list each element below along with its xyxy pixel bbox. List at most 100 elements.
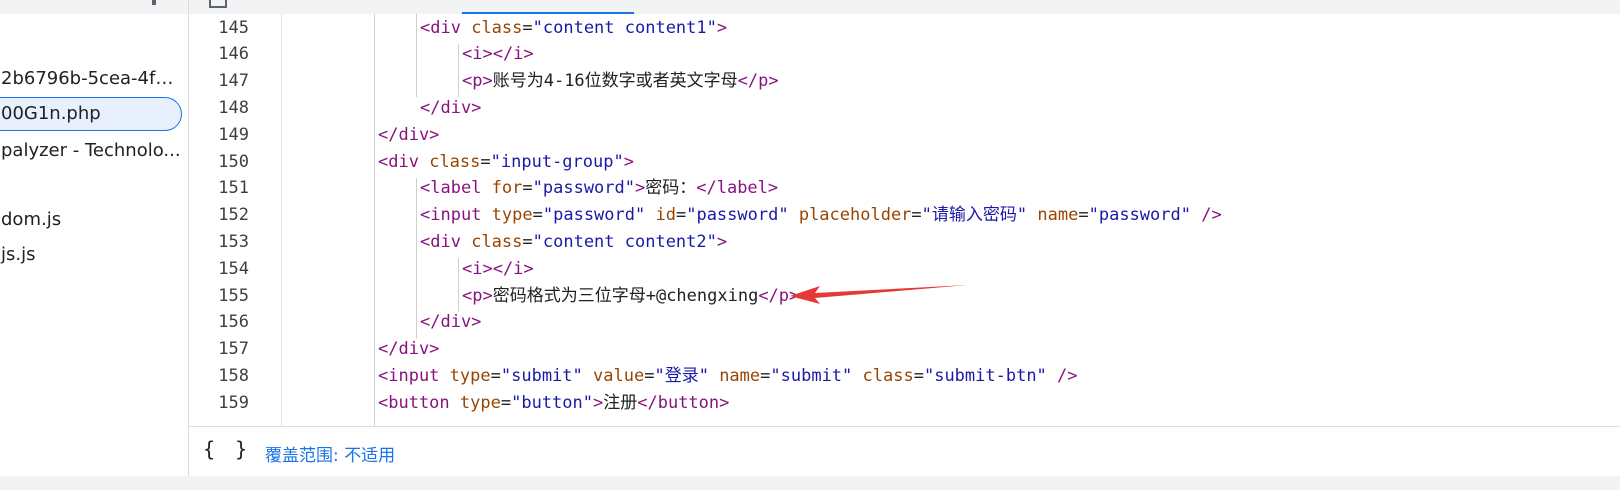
editor-tab-bar <box>189 0 1620 15</box>
tree-item-2[interactable]: palyzer - Technolo... <box>0 134 182 168</box>
line-number: 154 <box>218 258 249 279</box>
tree-item-4[interactable]: js.js <box>0 238 182 272</box>
more-icon[interactable] <box>152 0 156 5</box>
code-token: </div> <box>378 339 440 360</box>
code-token: type <box>491 205 533 226</box>
code-editor[interactable]: 145 146 147 148 149 150 151 152 153 154 155 156 157 1… <box>189 14 1620 426</box>
code-token: <p> <box>462 285 493 306</box>
code-token: > <box>635 178 646 199</box>
indent-guide <box>458 258 459 312</box>
code-area[interactable]: <div class="content content1"> <i></i> <p>… <box>282 14 1620 426</box>
window-bottom-edge <box>0 476 1620 490</box>
line-number: 151 <box>218 178 249 199</box>
code-token: <div <box>420 231 461 252</box>
code-token: </div> <box>420 97 482 118</box>
line-number: 149 <box>218 124 249 145</box>
code-token: = <box>675 205 687 226</box>
code-token: = <box>490 365 501 386</box>
code-token: > <box>716 231 728 252</box>
code-token: = <box>913 365 924 386</box>
format-button[interactable]: { } <box>203 437 251 461</box>
code-token: "content content2" <box>532 231 717 252</box>
code-token: = <box>480 151 491 172</box>
code-line[interactable]: </div> <box>378 122 439 149</box>
line-number: 157 <box>218 339 249 360</box>
code-line[interactable]: </div> <box>420 309 481 336</box>
sidebar-toolbar <box>0 0 188 14</box>
code-line[interactable]: <p>账号为4-16位数字或者英文字母</p> <box>462 68 779 95</box>
code-token: </p> <box>737 71 779 92</box>
code-token: for <box>491 178 523 199</box>
code-token: 密码格式为三位字母+@chengxing <box>492 285 759 306</box>
code-token: type <box>449 365 491 386</box>
code-token: /> <box>1057 365 1078 386</box>
code-line[interactable]: <input type="password" id="password" pla… <box>420 202 1222 229</box>
code-line[interactable]: <div class="content content1"> <box>420 15 727 42</box>
tree-item-1[interactable]: 00G1n.php <box>0 97 182 131</box>
indent-guide <box>416 177 417 339</box>
code-token: "input-group" <box>490 151 624 172</box>
code-line[interactable]: </div> <box>378 336 439 363</box>
code-token: "submit" <box>770 365 853 386</box>
line-number: 145 <box>218 17 249 38</box>
indent-guide <box>374 14 375 426</box>
code-token: </div> <box>420 312 482 333</box>
code-token: id <box>655 205 676 226</box>
code-token: "submit" <box>500 365 583 386</box>
code-token: class <box>862 365 914 386</box>
code-line[interactable]: </div> <box>420 95 481 122</box>
indent-guide <box>458 43 459 98</box>
indent-guide <box>416 14 417 98</box>
code-token: class <box>471 17 523 38</box>
code-token: <i></i> <box>462 258 534 279</box>
line-number: 147 <box>218 71 249 92</box>
code-line[interactable]: <label for="password">密码：</label> <box>420 175 778 202</box>
code-line[interactable]: <i></i> <box>462 256 534 283</box>
coverage-status[interactable]: 覆盖范围: 不适用 <box>265 441 395 466</box>
status-bar: { } 覆盖范围: 不适用 <box>189 426 1620 477</box>
tree-item-0[interactable]: 2b6796b-5cea-4f2... <box>0 62 182 96</box>
code-token: </div> <box>378 124 440 145</box>
line-number: 155 <box>218 285 249 306</box>
code-token: 密码： <box>645 178 697 199</box>
code-token: /> <box>1201 205 1222 226</box>
code-line[interactable]: <div class="input-group"> <box>378 149 634 176</box>
code-token: <div <box>420 17 461 38</box>
code-token: <div <box>378 151 419 172</box>
code-token: = <box>522 231 533 252</box>
code-token: name <box>719 365 761 386</box>
code-token: "password" <box>532 178 635 199</box>
code-line[interactable]: <div class="content content2"> <box>420 229 727 256</box>
code-line[interactable]: <i></i> <box>462 41 534 68</box>
code-token: = <box>532 205 543 226</box>
code-token: = <box>522 17 533 38</box>
sidebar-toggle-icon[interactable] <box>209 0 227 8</box>
code-token: </label> <box>696 178 779 199</box>
code-token: type <box>459 392 501 413</box>
tree-item-3[interactable]: dom.js <box>0 203 182 237</box>
code-token: <i></i> <box>462 44 534 65</box>
code-token: > <box>623 151 634 172</box>
code-token: = <box>522 178 533 199</box>
code-line[interactable]: <p>密码格式为三位字母+@chengxing</p> <box>462 283 799 310</box>
line-number: 152 <box>218 205 249 226</box>
code-token: class <box>429 151 481 172</box>
code-token: "button" <box>511 392 593 413</box>
code-line[interactable]: <button type="button">注册</button> <box>378 390 729 417</box>
file-tree: 2b6796b-5cea-4f2... 00G1n.php palyzer - … <box>0 0 189 490</box>
code-line[interactable]: <input type="submit" value="登录" name="su… <box>378 363 1078 390</box>
line-number: 153 <box>218 231 249 252</box>
code-token: 账号为4-16位数字或者英文字母 <box>492 71 738 92</box>
code-token: > <box>593 392 604 413</box>
